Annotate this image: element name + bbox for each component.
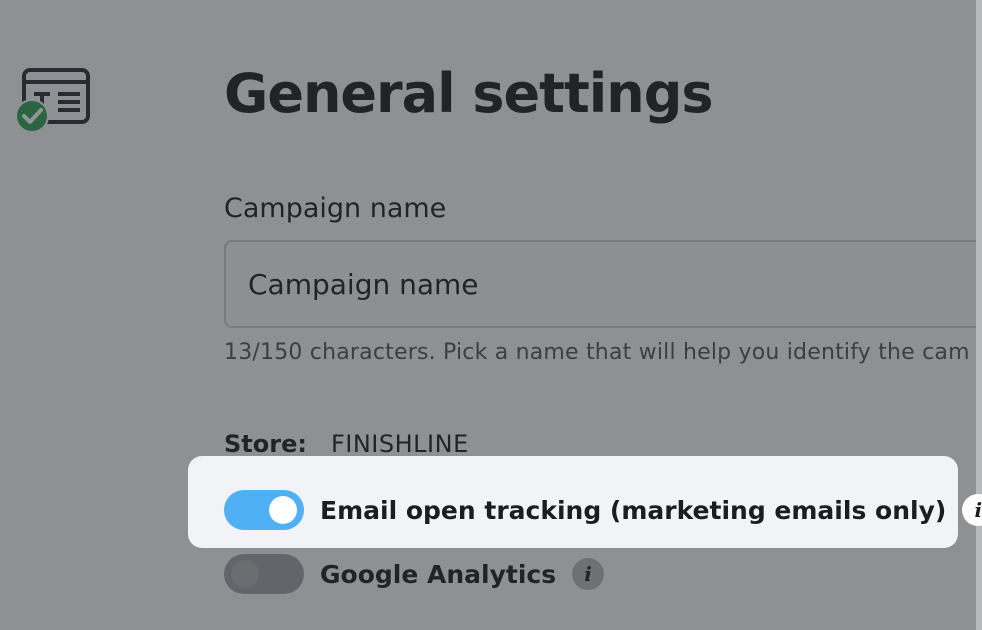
scrollbar-track[interactable] <box>976 0 982 630</box>
toggle-knob <box>269 496 297 524</box>
email-open-tracking-row: Email open tracking (marketing emails on… <box>224 490 982 530</box>
email-open-tracking-toggle[interactable] <box>224 490 304 530</box>
email-open-tracking-label: Email open tracking (marketing emails on… <box>320 495 947 525</box>
info-icon[interactable]: i <box>962 494 982 526</box>
